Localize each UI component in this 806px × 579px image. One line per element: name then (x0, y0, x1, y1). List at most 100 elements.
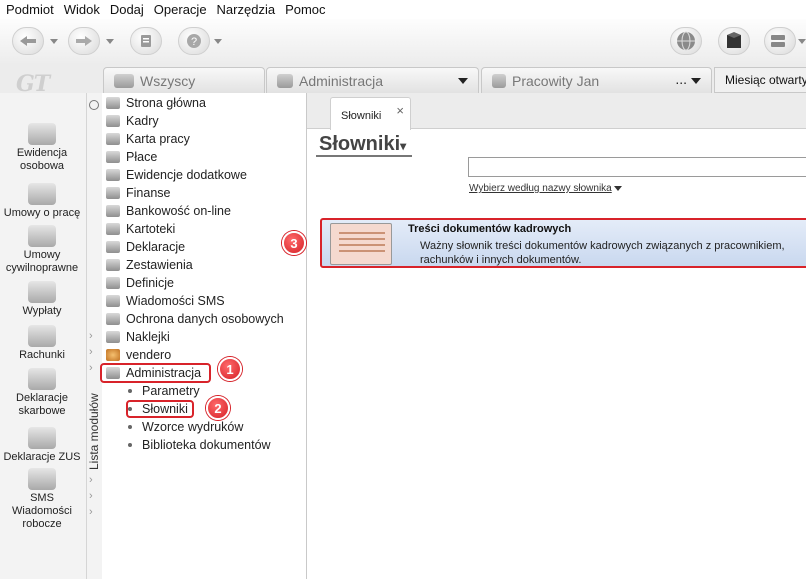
module-label: Deklaracje (126, 240, 186, 254)
chevron-right-icon[interactable]: › (89, 506, 93, 518)
module-label: Wiadomości SMS (126, 294, 225, 308)
shield-icon (106, 313, 120, 325)
bullet-icon (128, 425, 132, 429)
module-naklejki[interactable]: Naklejki (106, 328, 170, 346)
menu-bar: Podmiot Widok Dodaj Operacje Narzędzia P… (0, 0, 806, 19)
chevron-right-icon[interactable]: › (89, 346, 93, 358)
left-icon-panel: Ewidencja osobowa Umowy o pracę Umowy cy… (0, 93, 86, 579)
tab-slowniki[interactable]: Słowniki × (330, 97, 411, 130)
nav-label: Deklaracje ZUS (3, 451, 81, 463)
submodule-parametry[interactable]: Parametry (128, 382, 200, 400)
module-ochrona-danych[interactable]: Ochrona danych osobowych (106, 310, 284, 328)
page-title[interactable]: Słowniki▾ (319, 133, 406, 156)
more-icon[interactable]: ... (675, 71, 687, 87)
chevron-down-icon: ▾ (400, 139, 407, 153)
finance-icon (106, 187, 120, 199)
module-deklaracje[interactable]: Deklaracje (106, 238, 185, 256)
page-title-text: Słowniki (319, 133, 401, 155)
menu-podmiot[interactable]: Podmiot (6, 2, 54, 17)
tab-pracowity-jan[interactable]: Pracowity Jan ... (481, 67, 712, 93)
close-icon[interactable]: × (396, 103, 404, 118)
chevron-right-icon[interactable]: › (89, 490, 93, 502)
chevron-down-icon[interactable] (458, 78, 468, 84)
month-label: Miesiąc otwarty: (714, 67, 806, 93)
highlight-administracja (100, 363, 211, 383)
nav-label: Umowy cywilnoprawne (5, 249, 79, 274)
module-label: Zestawienia (126, 258, 193, 272)
search-input[interactable] (468, 157, 806, 177)
module-label: Strona główna (126, 96, 206, 110)
back-dropdown-icon[interactable] (50, 39, 58, 44)
dictionary-title: Treści dokumentów kadrowych (408, 223, 572, 235)
forward-dropdown-icon[interactable] (106, 39, 114, 44)
dictionary-description: Ważny słownik treści dokumentów kadrowyc… (420, 239, 806, 267)
module-label: Finanse (126, 186, 171, 200)
tab-administracja[interactable]: Administracja (266, 67, 479, 93)
chevron-right-icon[interactable]: › (89, 362, 93, 374)
submodule-label: Wzorce wydruków (142, 420, 244, 434)
vendero-icon (106, 349, 120, 361)
home-icon (106, 97, 120, 109)
module-label: vendero (126, 348, 172, 362)
tab-label: Administracja (299, 72, 384, 89)
module-strona-glowna[interactable]: Strona główna (106, 94, 206, 112)
highlight-slowniki (126, 400, 194, 418)
submodule-wzorce-wydrukow[interactable]: Wzorce wydruków (128, 418, 243, 436)
tab-label: Wszyscy (140, 72, 196, 89)
module-kartoteki[interactable]: Kartoteki (106, 220, 175, 238)
nav-label: SMS Wiadomości robocze (12, 492, 72, 530)
nav-label: Ewidencja osobowa (16, 147, 68, 172)
menu-dodaj[interactable]: Dodaj (110, 2, 144, 17)
module-vendero[interactable]: vendero (106, 346, 171, 364)
title-underline (316, 155, 412, 157)
help-dropdown-icon[interactable] (214, 39, 222, 44)
nav-ewidencja-osobowa[interactable]: Ewidencja osobowa (0, 123, 84, 173)
menu-widok[interactable]: Widok (64, 2, 100, 17)
module-kadry[interactable]: Kadry (106, 112, 159, 130)
server-dropdown-icon[interactable] (798, 39, 806, 44)
tab-wszyscy[interactable]: Wszyscy (103, 67, 265, 93)
module-place[interactable]: Płace (106, 148, 157, 166)
module-karta-pracy[interactable]: Karta pracy (106, 130, 190, 148)
module-wiadomosci-sms[interactable]: Wiadomości SMS (106, 292, 225, 310)
help-icon[interactable]: ? (178, 27, 210, 55)
dictionary-item[interactable]: Treści dokumentów kadrowych Ważny słowni… (320, 218, 806, 268)
nav-sms-wiadomosci-robocze[interactable]: SMS Wiadomości robocze (0, 468, 84, 531)
submodule-biblioteka-dokumentow[interactable]: Biblioteka dokumentów (128, 436, 271, 454)
module-tree: Strona główna Kadry Karta pracy Płace Ew… (102, 93, 307, 579)
hr-icon (106, 115, 120, 127)
chevron-right-icon[interactable]: › (89, 474, 93, 486)
search-mode-dropdown[interactable]: Wybierz według nazwy słownika (469, 183, 622, 194)
docs-icon[interactable] (130, 27, 162, 55)
module-bankowosc[interactable]: Bankowość on-line (106, 202, 231, 220)
box-icon[interactable] (718, 27, 750, 55)
pin-icon[interactable] (89, 100, 99, 110)
globe-icon[interactable] (670, 27, 702, 55)
nav-wyplaty[interactable]: Wypłaty (0, 281, 84, 318)
back-nav-icon[interactable] (12, 27, 44, 55)
chevron-right-icon[interactable]: › (89, 330, 93, 342)
server-icon[interactable] (764, 27, 796, 55)
nav-rachunki[interactable]: Rachunki (0, 325, 84, 362)
chevron-down-icon[interactable] (691, 78, 701, 84)
module-definicje[interactable]: Definicje (106, 274, 174, 292)
module-finanse[interactable]: Finanse (106, 184, 170, 202)
menu-operacje[interactable]: Operacje (154, 2, 207, 17)
forward-nav-icon[interactable] (68, 27, 100, 55)
module-ewidencje-dodatkowe[interactable]: Ewidencje dodatkowe (106, 166, 247, 184)
module-label: Bankowość on-line (126, 204, 231, 218)
nav-deklaracje-skarbowe[interactable]: Deklaracje skarbowe (0, 368, 84, 418)
module-label: Definicje (126, 276, 174, 290)
reports-icon (106, 259, 120, 271)
nav-deklaracje-zus[interactable]: Deklaracje ZUS (0, 427, 84, 464)
menu-narzedzia[interactable]: Narzędzia (217, 2, 276, 17)
description-line: Ważny słownik treści dokumentów kadrowyc… (420, 240, 785, 252)
salary-icon (106, 151, 120, 163)
nav-umowy-cywilnoprawne[interactable]: Umowy cywilnoprawne (0, 225, 84, 275)
module-zestawienia[interactable]: Zestawienia (106, 256, 193, 274)
menu-pomoc[interactable]: Pomoc (285, 2, 325, 17)
nav-label: Deklaracje skarbowe (16, 392, 68, 417)
module-label: Kadry (126, 114, 159, 128)
nav-umowy-o-prace[interactable]: Umowy o pracę (0, 183, 84, 220)
nav-label: Umowy o pracę (3, 207, 81, 219)
